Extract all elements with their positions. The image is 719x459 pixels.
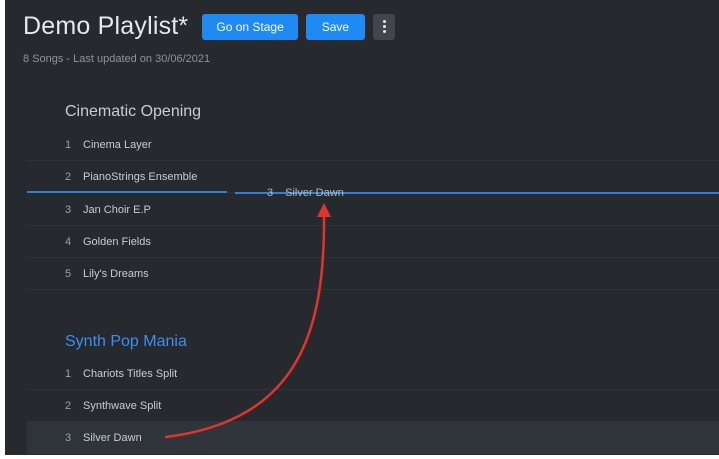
drag-annotation-arrow-icon (164, 203, 331, 439)
